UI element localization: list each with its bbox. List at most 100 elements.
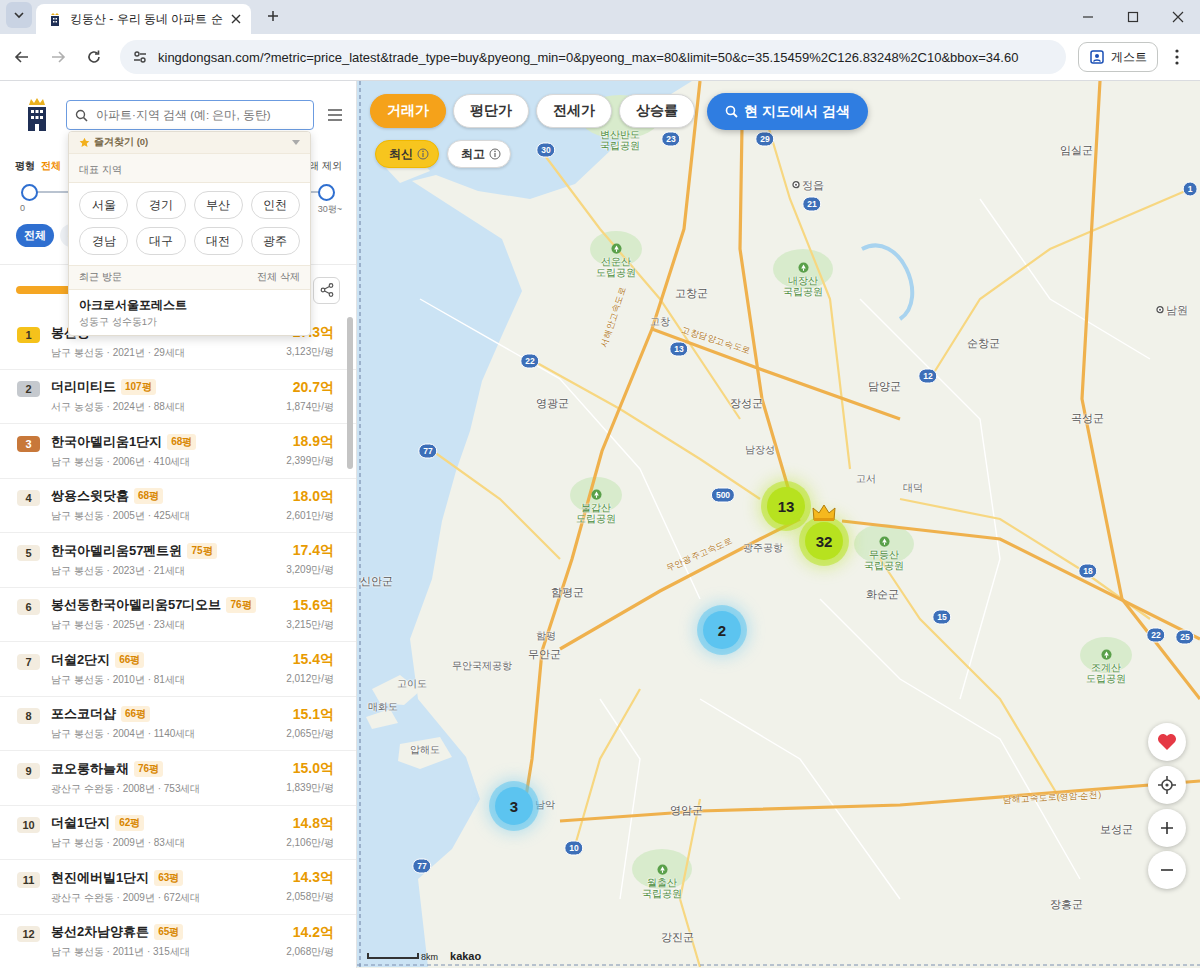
region-button[interactable]: 부산 <box>194 191 243 219</box>
metric-tab[interactable]: 전세가 <box>536 94 612 128</box>
place-name-line: 국립공원 <box>600 140 640 151</box>
ranking-row[interactable]: 8포스코더샵66평남구 봉선동 · 2004년 · 1140세대15.1억2,0… <box>0 697 356 752</box>
ranking-list: 1봉선동남구 봉선동 · 2021년 · 29세대27.3억3,123만/평2더… <box>0 315 356 968</box>
ranking-row[interactable]: 11현진에버빌1단지63평광산구 수완동 · 2009년 · 672세대14.3… <box>0 860 356 915</box>
ranking-row[interactable]: 10더쉴1단지62평남구 봉선동 · 2009년 · 83세대14.8억2,10… <box>0 806 356 861</box>
apartment-name: 한국아델리움57펜트윈 <box>51 542 182 560</box>
share-button[interactable] <box>313 277 340 304</box>
metric-tab[interactable]: 상승률 <box>619 94 695 128</box>
place-name: 고창군 <box>675 287 708 300</box>
forward-button[interactable] <box>42 41 74 73</box>
metric-tab[interactable]: 평단가 <box>453 94 529 128</box>
browser-tab[interactable]: 킹동산 - 우리 동네 아파트 순 <box>36 4 251 34</box>
map-background[interactable] <box>357 81 1200 967</box>
region-button[interactable]: 경남 <box>79 227 128 255</box>
logo-icon[interactable] <box>22 97 52 133</box>
locate-button[interactable] <box>1148 766 1186 804</box>
site-info-icon[interactable] <box>132 49 148 65</box>
favorite-button[interactable] <box>1148 723 1186 761</box>
place-name: 압해도 <box>410 744 440 755</box>
place-name-line: 순창군 <box>967 337 1000 350</box>
url-text[interactable]: kingdongsan.com/?metric=price_latest&tra… <box>158 50 1018 65</box>
region-button[interactable]: 인천 <box>251 191 300 219</box>
place-name-line: 곡성군 <box>1071 412 1104 425</box>
zoom-in-button[interactable] <box>1148 809 1186 847</box>
metric-tab[interactable]: 거래가 <box>370 94 446 128</box>
apartment-name: 봉선동한국아델리움57디오브 <box>51 596 221 614</box>
recent-name: 아크로서울포레스트 <box>79 297 300 314</box>
place-label: 영암군 <box>670 804 703 817</box>
kebab-menu-icon[interactable] <box>1175 49 1179 65</box>
map-search-label: 현 지도에서 검색 <box>744 103 850 121</box>
ranking-row[interactable]: 12봉선2차남양휴튼65평남구 봉선동 · 2011년 · 315세대14.2억… <box>0 915 356 968</box>
favorites-header[interactable]: 즐겨찾기 (0) <box>69 132 310 153</box>
ranking-row[interactable]: 2더리미티드107평서구 농성동 · 2024년 · 88세대20.7억1,87… <box>0 370 356 425</box>
pyeong-slider-high-thumb[interactable] <box>318 184 335 201</box>
back-arrow-icon[interactable] <box>14 49 30 65</box>
crown-icon <box>812 504 836 522</box>
profile-button[interactable]: 게스트 <box>1078 42 1158 72</box>
place-name: 임실군 <box>1060 144 1093 157</box>
region-button[interactable]: 광주 <box>251 227 300 255</box>
recent-item[interactable]: 아크로서울포레스트성동구 성수동1가 <box>69 290 310 335</box>
ranking-row[interactable]: 9코오롱하늘채76평광산구 수완동 · 2008년 · 753세대15.0억1,… <box>0 751 356 806</box>
place-label: 남악 <box>535 799 555 810</box>
tab-search-button[interactable] <box>6 2 32 28</box>
pyeong-chip[interactable]: 전체 <box>16 224 54 247</box>
maximize-icon[interactable] <box>1127 11 1139 23</box>
browser-menu-button[interactable] <box>1162 49 1192 65</box>
cluster-circle[interactable]: 3 <box>495 787 533 825</box>
cluster-circle[interactable]: 32 <box>805 522 843 560</box>
pyeong-slider-low-thumb[interactable] <box>21 184 38 201</box>
reload-button[interactable] <box>78 41 110 73</box>
minimize-icon[interactable] <box>1082 11 1094 23</box>
map-search-button[interactable]: 현 지도에서 검색 <box>707 93 868 130</box>
new-tab-button[interactable] <box>259 2 287 30</box>
clear-all-button[interactable]: 전체 삭제 <box>257 271 300 284</box>
reload-icon[interactable] <box>86 49 102 65</box>
region-button[interactable]: 대전 <box>194 227 243 255</box>
row-title: 코오롱하늘채76평 <box>51 760 280 778</box>
ranking-row[interactable]: 4쌍용스윗닷홈68평남구 봉선동 · 2005년 · 425세대18.0억2,6… <box>0 479 356 534</box>
window-control[interactable] <box>1155 0 1200 34</box>
place-label: 고창 <box>650 316 670 327</box>
row-price: 15.1억2,065만/평 <box>286 706 334 741</box>
zoom-out-button[interactable] <box>1148 851 1186 889</box>
road-shield: 21 <box>802 197 821 212</box>
row-price: 14.3억2,058만/평 <box>286 869 334 904</box>
exclude-toggle-label[interactable]: 래 제외 <box>309 159 342 173</box>
search-box[interactable] <box>66 100 314 130</box>
ranking-row[interactable]: 5한국아델리움57펜트윈75평남구 봉선동 · 2023년 · 21세대17.4… <box>0 533 356 588</box>
cluster-circle[interactable]: 13 <box>767 487 805 525</box>
window-control[interactable] <box>1110 0 1155 34</box>
search-input[interactable] <box>94 108 305 122</box>
road-number: 22 <box>1151 630 1160 640</box>
sort-tab[interactable]: 최신 <box>375 140 439 168</box>
road-number: 18 <box>1083 566 1092 576</box>
window-control[interactable] <box>1065 0 1110 34</box>
region-button[interactable]: 경기 <box>136 191 185 219</box>
ranking-row[interactable]: 7더쉴2단지66평남구 봉선동 · 2010년 · 81세대15.4억2,012… <box>0 642 356 697</box>
place-label: 장흥군 <box>1050 898 1083 911</box>
region-button[interactable]: 대구 <box>136 227 185 255</box>
rank-badge: 7 <box>17 654 40 670</box>
hamburger-icon[interactable] <box>328 109 342 121</box>
url-field[interactable]: kingdongsan.com/?metric=price_latest&tra… <box>120 40 1066 74</box>
place-name: 장흥군 <box>1050 898 1083 911</box>
row-price: 14.2억2,068만/평 <box>286 924 334 959</box>
share-icon[interactable] <box>320 283 334 297</box>
forward-arrow-icon[interactable] <box>50 49 66 65</box>
map[interactable]: 30232921221312775001518222510771서해안고속도로고… <box>357 81 1200 968</box>
close-window-icon[interactable] <box>1172 11 1184 23</box>
region-label: 대구 <box>149 234 173 249</box>
list-scrollbar-thumb[interactable] <box>347 317 353 469</box>
place-name: 무등산국립공원 <box>864 549 904 572</box>
row-title: 쌍용스윗닷홈68평 <box>51 487 280 505</box>
sort-tab[interactable]: 최고 <box>447 140 511 168</box>
cluster-circle[interactable]: 2 <box>703 611 741 649</box>
ranking-row[interactable]: 6봉선동한국아델리움57디오브76평남구 봉선동 · 2025년 · 23세대1… <box>0 588 356 643</box>
region-button[interactable]: 서울 <box>79 191 128 219</box>
back-button[interactable] <box>6 41 38 73</box>
ranking-row[interactable]: 3한국아델리움1단지68평남구 봉선동 · 2006년 · 410세대18.9억… <box>0 424 356 479</box>
close-icon[interactable] <box>231 14 241 24</box>
